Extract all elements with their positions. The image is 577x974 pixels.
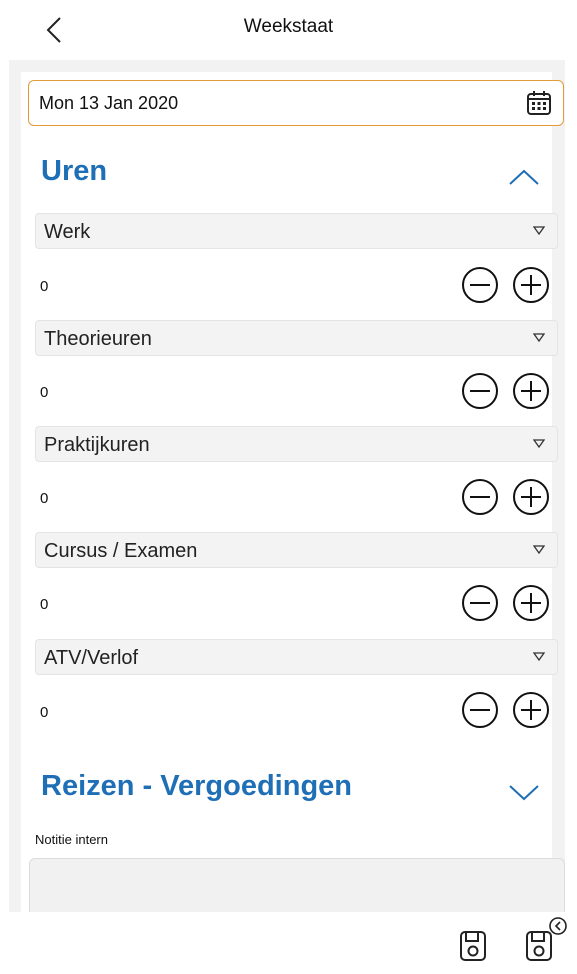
hour-value: 0 [40,704,49,721]
hour-type-select[interactable]: Theorieuren [35,320,558,356]
hour-type-label: Cursus / Examen [44,540,198,562]
hour-type-label: Theorieuren [44,328,152,350]
save-icon[interactable] [458,929,488,963]
chevron-up-icon[interactable] [506,166,542,188]
hour-value: 0 [40,384,49,401]
hour-value: 0 [40,490,49,507]
hour-type-select[interactable]: Praktijkuren [35,426,558,462]
minus-circle-icon[interactable] [461,372,499,410]
chevron-down-icon[interactable] [506,781,542,803]
hour-value: 0 [40,596,49,613]
plus-circle-icon[interactable] [512,478,550,516]
caret-down-icon [533,439,545,449]
hour-type-label: Werk [44,221,91,243]
calendar-icon[interactable] [525,89,553,117]
date-value: Mon 13 Jan 2020 [39,93,179,113]
plus-circle-icon[interactable] [512,691,550,729]
note-label: Notitie intern [35,832,108,847]
top-bar: Weekstaat [0,0,577,58]
section-title-uren: Uren [41,155,108,187]
caret-down-icon [533,652,545,662]
page-title: Weekstaat [243,16,334,37]
hour-type-select[interactable]: Cursus / Examen [35,532,558,568]
minus-circle-icon[interactable] [461,691,499,729]
hour-type-label: Praktijkuren [44,434,150,456]
caret-down-icon [533,226,545,236]
hour-type-select[interactable]: Werk [35,213,558,249]
minus-circle-icon[interactable] [461,584,499,622]
save-close-icon[interactable] [523,914,569,964]
plus-circle-icon[interactable] [512,266,550,304]
plus-circle-icon[interactable] [512,372,550,410]
hour-type-label: ATV/Verlof [44,647,139,669]
plus-circle-icon[interactable] [512,584,550,622]
caret-down-icon [533,333,545,343]
minus-circle-icon[interactable] [461,266,499,304]
minus-circle-icon[interactable] [461,478,499,516]
date-field[interactable]: Mon 13 Jan 2020 [28,80,564,126]
hour-value: 0 [40,278,49,295]
section-title-reizen: Reizen - Vergoedingen [41,770,352,802]
note-textarea[interactable] [29,858,565,912]
caret-down-icon [533,545,545,555]
hour-type-select[interactable]: ATV/Verlof [35,639,558,675]
